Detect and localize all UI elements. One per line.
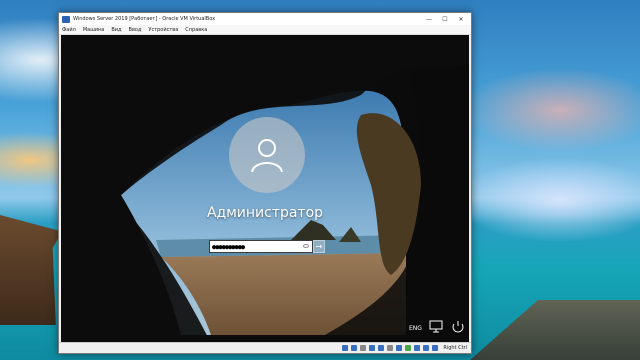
audio-icon[interactable] [360,345,367,351]
minimize-button[interactable]: — [421,13,437,25]
menu-item-machine[interactable]: Машина [83,27,105,33]
ease-of-access-icon[interactable] [451,320,465,333]
host-key-label: Right Ctrl [443,345,467,351]
menu-item-help[interactable]: Справка [185,27,207,33]
maximize-button[interactable]: ☐ [437,13,453,25]
user-icon [251,139,283,173]
virtualbox-app-icon [62,15,70,23]
sign-in-button[interactable]: → [313,240,325,253]
wallpaper-hut [0,215,62,325]
language-indicator[interactable]: ENG [409,325,422,332]
optical-drive-icon[interactable] [351,345,358,351]
menu-item-input[interactable]: Ввод [129,27,142,33]
menu-item-devices[interactable]: Устройства [148,27,178,33]
password-value: ●●●●●●●●●● [212,242,245,251]
window-title: Windows Server 2019 [Работает] - Oracle … [73,16,216,22]
mouse-integration-icon[interactable] [423,345,430,351]
vm-status-bar: Right Ctrl [59,342,471,353]
shared-folders-icon[interactable] [387,345,394,351]
recording-icon[interactable] [405,345,412,351]
menu-item-file[interactable]: Файл [62,27,76,33]
network-adapter-icon[interactable] [369,345,376,351]
virtualbox-window: Windows Server 2019 [Работает] - Oracle … [58,12,472,354]
close-button[interactable]: ✕ [453,13,469,25]
password-input[interactable]: ●●●●●●●●●● [209,240,313,253]
virtualization-icon[interactable] [414,345,421,351]
reveal-password-icon[interactable] [303,244,309,248]
account-name: Администратор [206,205,324,221]
hard-disk-icon[interactable] [342,345,349,351]
menu-bar: Файл Машина Вид Ввод Устройства Справка [59,25,471,35]
vm-display[interactable]: Администратор ●●●●●●●●●● → ENG [61,35,469,343]
window-controls: — ☐ ✕ [421,13,469,25]
wallpaper-pier [470,300,640,360]
keyboard-capture-icon[interactable] [432,345,439,351]
display-icon[interactable] [396,345,403,351]
window-titlebar[interactable]: Windows Server 2019 [Работает] - Oracle … [59,13,471,25]
user-avatar [229,117,305,193]
usb-icon[interactable] [378,345,385,351]
network-icon[interactable] [429,320,443,333]
menu-item-view[interactable]: Вид [111,27,121,33]
